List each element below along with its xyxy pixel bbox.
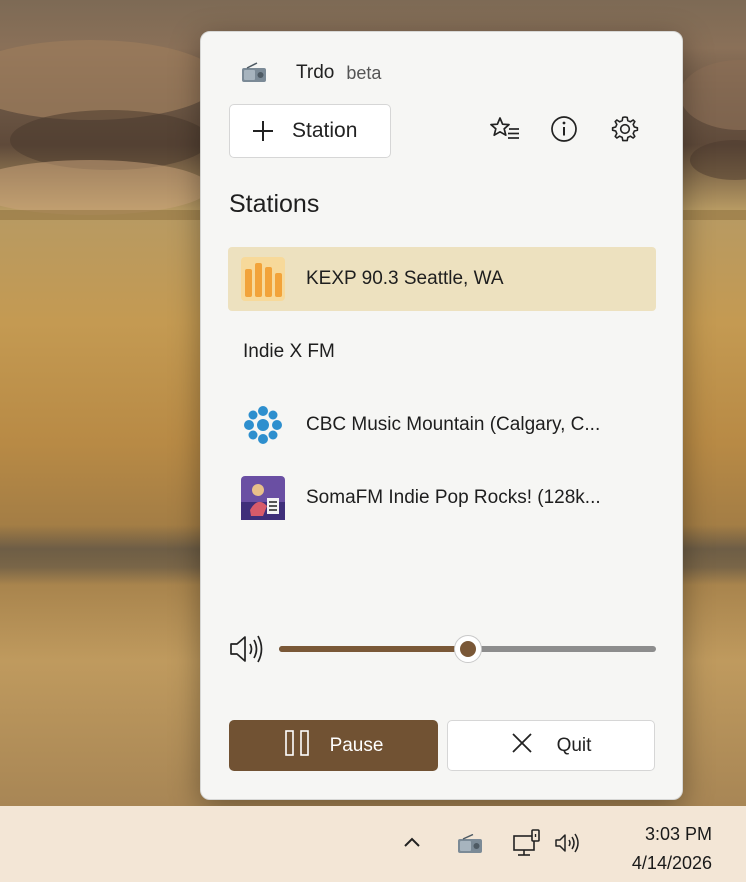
station-name: KEXP 90.3 Seattle, WA: [306, 268, 504, 289]
show-hidden-icons-button[interactable]: [398, 830, 426, 858]
app-beta-badge: beta: [346, 62, 382, 83]
cbc-logo-icon: [241, 403, 285, 447]
volume-slider-thumb-dot: [459, 641, 476, 657]
settings-button[interactable]: [608, 114, 642, 148]
network-icon: [512, 828, 542, 863]
speaker-icon[interactable]: [229, 632, 267, 666]
pause-icon: [284, 730, 310, 761]
radio-icon: [457, 833, 483, 859]
radio-icon: [241, 62, 267, 84]
tray-network-button[interactable]: [511, 828, 543, 863]
quit-button[interactable]: Quit: [447, 720, 655, 771]
tray-trdo-button[interactable]: [456, 833, 484, 859]
station-item-cbc[interactable]: CBC Music Mountain (Calgary, C...: [228, 393, 656, 457]
taskbar-clock[interactable]: 3:03 PM 4/14/2026: [612, 820, 712, 878]
station-name: CBC Music Mountain (Calgary, C...: [306, 414, 601, 435]
favorites-button[interactable]: [488, 114, 522, 148]
stations-heading: Stations: [229, 190, 320, 218]
trdo-flyout: Trdo beta Station Stations KEXP 90.3 Sea…: [200, 31, 683, 800]
station-name: SomaFM Indie Pop Rocks! (128k...: [306, 487, 601, 508]
add-station-label: Station: [292, 119, 358, 142]
volume-slider-fill: [279, 646, 468, 652]
clock-date: 4/14/2026: [631, 853, 712, 873]
station-list: KEXP 90.3 Seattle, WA Indie X FM CBC Mus…: [228, 247, 656, 539]
chevron-up-icon: [402, 835, 422, 854]
wallpaper-dune: [0, 40, 220, 120]
volume-control: [229, 632, 657, 666]
pause-label: Pause: [329, 734, 384, 756]
station-item-kexp[interactable]: KEXP 90.3 Seattle, WA: [228, 247, 656, 311]
station-item-somafm[interactable]: SomaFM Indie Pop Rocks! (128k...: [228, 466, 656, 530]
kexp-logo-icon: [241, 257, 285, 301]
somafm-logo-icon: [241, 476, 285, 520]
favorites-list-icon: [489, 115, 521, 148]
station-item-indie-x-fm[interactable]: Indie X FM: [228, 320, 656, 384]
app-header: Trdo beta: [241, 62, 381, 84]
speaker-icon: [554, 831, 582, 860]
taskbar: 3:03 PM 4/14/2026: [0, 806, 746, 882]
info-button[interactable]: [547, 114, 581, 148]
station-name: Indie X FM: [243, 341, 335, 362]
volume-slider[interactable]: [279, 635, 656, 663]
clock-time: 3:03 PM: [644, 824, 712, 844]
app-title: Trdo: [296, 62, 335, 83]
wallpaper-dune: [0, 160, 210, 215]
wallpaper-dune: [680, 60, 746, 130]
gear-icon: [610, 114, 640, 149]
volume-slider-thumb[interactable]: [453, 635, 482, 663]
pause-button[interactable]: Pause: [229, 720, 438, 771]
quit-label: Quit: [556, 734, 592, 756]
wallpaper-dune: [690, 140, 746, 180]
tray-volume-button[interactable]: [553, 832, 583, 858]
close-icon: [511, 732, 533, 759]
plus-icon: [252, 120, 274, 142]
add-station-button[interactable]: Station: [229, 104, 391, 158]
info-icon: [550, 115, 578, 148]
